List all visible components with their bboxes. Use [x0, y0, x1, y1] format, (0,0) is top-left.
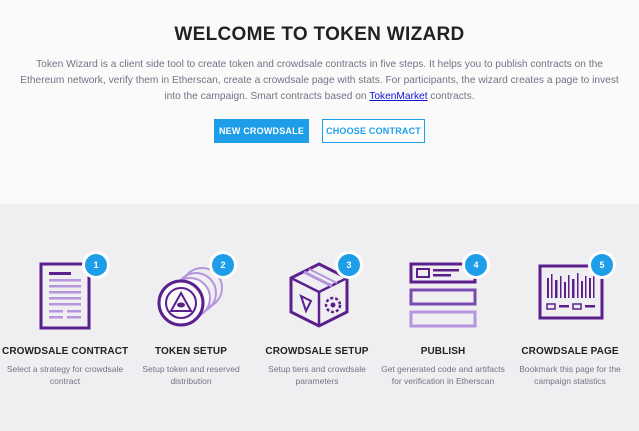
step-4-badge: 4 [465, 254, 487, 276]
step-1-description: Select a strategy for crowdsale contract [6, 364, 124, 386]
page-title: WELCOME TO TOKEN WIZARD [174, 24, 465, 45]
steps-section: 1 CROWDSALE CONTRACT Select a strategy f… [0, 204, 639, 431]
tokenmarket-link[interactable]: TokenMarket [369, 91, 427, 102]
new-crowdsale-button[interactable]: NEW CROWDSALE [214, 119, 309, 143]
step-1-badge: 1 [85, 254, 107, 276]
step-publish: 4 PUBLISH Get generated code and artifac… [380, 254, 506, 387]
step-3-badge: 3 [338, 254, 360, 276]
step-4-title[interactable]: PUBLISH [380, 346, 506, 357]
step-5-description: Bookmark this page for the campaign stat… [519, 364, 621, 386]
step-2-badge: 2 [212, 254, 234, 276]
step-2-description: Setup token and reserved distribution [142, 364, 240, 386]
step-3-icon-wrap: 3 [254, 254, 380, 334]
intro-text-end: contracts. [427, 91, 475, 102]
step-3-title[interactable]: CROWDSALE SETUP [254, 346, 380, 357]
step-5-badge: 5 [591, 254, 613, 276]
step-token-setup: 2 TOKEN SETUP Setup token and reserved d… [128, 254, 254, 387]
hero-section: WELCOME TO TOKEN WIZARD Token Wizard is … [0, 0, 639, 204]
step-4-icon-wrap: 4 [380, 254, 506, 334]
step-1-icon-wrap: 1 [2, 254, 128, 334]
step-crowdsale-setup: 3 CROWDSALE SETUP Setup tiers and crowds… [254, 254, 380, 387]
step-2-icon-wrap: 2 [128, 254, 254, 334]
step-crowdsale-page: 5 CROWDSALE PAGE Bookmark this page for … [507, 254, 633, 387]
intro-description: Token Wizard is a client side tool to cr… [20, 57, 620, 105]
step-5-title[interactable]: CROWDSALE PAGE [507, 346, 633, 357]
step-2-title[interactable]: TOKEN SETUP [128, 346, 254, 357]
step-4-description: Get generated code and artifacts for ver… [381, 364, 505, 386]
choose-contract-button[interactable]: CHOOSE CONTRACT [322, 119, 425, 143]
action-buttons: NEW CROWDSALE CHOOSE CONTRACT [0, 119, 639, 143]
intro-text: Token Wizard is a client side tool to cr… [20, 59, 619, 102]
step-1-title[interactable]: CROWDSALE CONTRACT [2, 346, 128, 357]
step-5-icon-wrap: 5 [507, 254, 633, 334]
step-crowdsale-contract: 1 CROWDSALE CONTRACT Select a strategy f… [2, 254, 128, 387]
step-3-description: Setup tiers and crowdsale parameters [268, 364, 366, 386]
